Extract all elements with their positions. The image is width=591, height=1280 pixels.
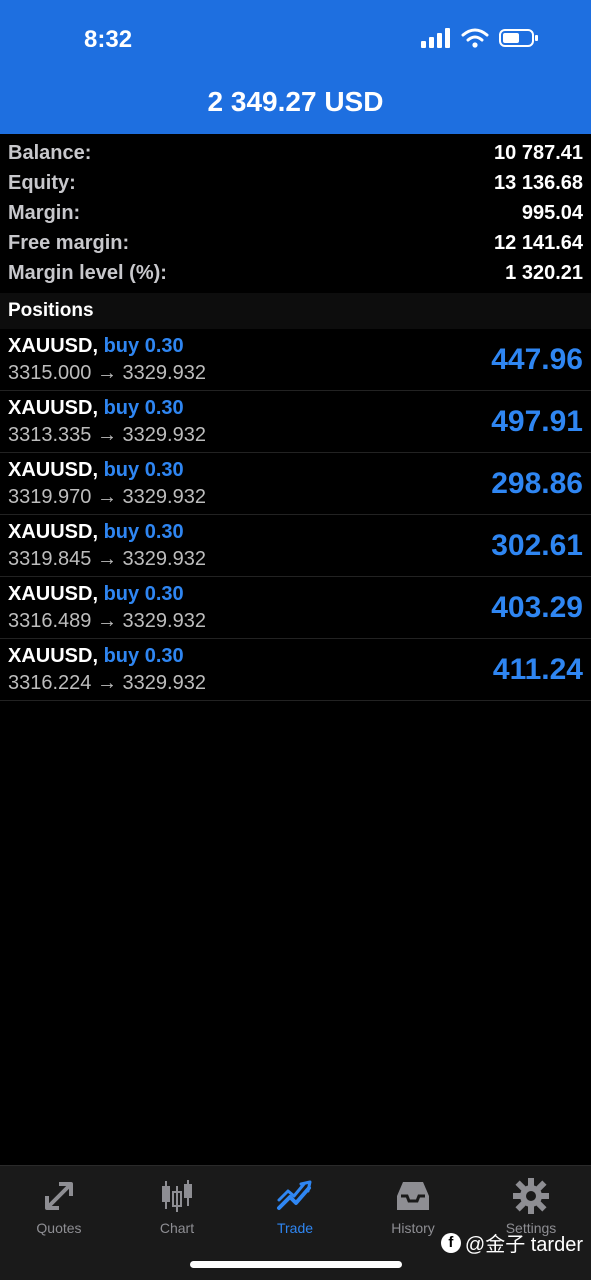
position-prices: 3316.489 → 3329.932	[8, 610, 206, 632]
positions-section-header: Positions	[0, 293, 591, 329]
position-symbol: XAUUSD,	[8, 521, 99, 543]
tab-label: Trade	[276, 1220, 314, 1236]
position-profit: 411.24	[492, 653, 583, 686]
position-title: XAUUSD, buy 0.30	[8, 583, 184, 606]
wifi-icon	[461, 28, 489, 48]
tab-label: Quotes	[36, 1220, 82, 1236]
position-row[interactable]: XAUUSD, buy 0.30 3316.489 → 3329.932 403…	[0, 577, 591, 639]
candlestick-chart-icon	[162, 1180, 192, 1212]
equity-value: 13 136.68	[494, 171, 583, 194]
app-header: 8:32 2 349.27 USD	[0, 0, 591, 134]
position-symbol: XAUUSD,	[8, 459, 99, 481]
status-time: 8:32	[84, 26, 133, 53]
margin-value: 995.04	[521, 201, 583, 224]
position-type: buy 0.30	[103, 521, 184, 543]
position-type: buy 0.30	[103, 645, 184, 667]
position-prices: 3316.224 → 3329.932	[8, 672, 206, 694]
tab-settings[interactable]: Settings	[472, 1176, 590, 1236]
signal-icon	[421, 28, 450, 48]
position-row[interactable]: XAUUSD, buy 0.30 3319.970 → 3329.932 298…	[0, 453, 591, 515]
position-type: buy 0.30	[103, 397, 184, 419]
position-prices: 3313.335 → 3329.932	[8, 424, 206, 446]
home-indicator	[190, 1261, 402, 1268]
free-margin-value: 12 141.64	[494, 231, 583, 254]
position-profit: 497.91	[491, 405, 583, 438]
position-symbol: XAUUSD,	[8, 645, 99, 667]
position-prices: 3319.845 → 3329.932	[8, 548, 206, 570]
balance-value: 10 787.41	[494, 141, 583, 164]
position-title: XAUUSD, buy 0.30	[8, 521, 184, 544]
equity-label: Equity:	[8, 171, 76, 194]
facebook-icon: f	[440, 1232, 461, 1253]
position-symbol: XAUUSD,	[8, 583, 99, 605]
position-prices: 3319.970 → 3329.932	[8, 486, 206, 508]
position-title: XAUUSD, buy 0.30	[8, 335, 184, 358]
tab-label: Chart	[159, 1220, 195, 1236]
summary-row-balance: Balance: 10 787.41	[0, 138, 591, 168]
position-type: buy 0.30	[103, 583, 184, 605]
inbox-tray-icon	[397, 1182, 429, 1210]
position-profit: 403.29	[491, 591, 583, 624]
position-prices: 3315.000 → 3329.932	[8, 362, 206, 384]
position-type: buy 0.30	[103, 335, 184, 357]
summary-row-margin: Margin: 995.04	[0, 198, 591, 228]
status-icons	[421, 28, 539, 48]
tab-chart[interactable]: Chart	[118, 1176, 236, 1236]
position-title: XAUUSD, buy 0.30	[8, 645, 184, 668]
margin-level-label: Margin level (%):	[8, 261, 167, 284]
position-profit: 447.96	[491, 343, 583, 376]
account-profit-title: 2 349.27 USD	[207, 86, 384, 117]
margin-level-value: 1 320.21	[505, 261, 583, 284]
summary-row-equity: Equity: 13 136.68	[0, 168, 591, 198]
quotes-arrows-icon	[45, 1182, 73, 1210]
position-title: XAUUSD, buy 0.30	[8, 459, 184, 482]
summary-row-free-margin: Free margin: 12 141.64	[0, 228, 591, 258]
battery-icon	[499, 29, 538, 47]
free-margin-label: Free margin:	[8, 231, 130, 254]
tab-quotes[interactable]: Quotes	[0, 1176, 118, 1236]
position-type: buy 0.30	[103, 459, 184, 481]
position-profit: 298.86	[491, 467, 583, 500]
tab-trade[interactable]: Trade	[236, 1176, 354, 1236]
position-title: XAUUSD, buy 0.30	[8, 397, 184, 420]
positions-list: XAUUSD, buy 0.30 3315.000 → 3329.932 447…	[0, 329, 591, 701]
account-summary: Balance: 10 787.41 Equity: 13 136.68 Mar…	[0, 138, 591, 288]
watermark-text: @金子 tarder	[464, 1234, 583, 1256]
position-row[interactable]: XAUUSD, buy 0.30 3316.224 → 3329.932 411…	[0, 639, 591, 701]
position-row[interactable]: XAUUSD, buy 0.30 3319.845 → 3329.932 302…	[0, 515, 591, 577]
tab-history[interactable]: History	[354, 1176, 472, 1236]
balance-label: Balance:	[8, 141, 92, 164]
position-symbol: XAUUSD,	[8, 335, 99, 357]
position-symbol: XAUUSD,	[8, 397, 99, 419]
summary-row-margin-level: Margin level (%): 1 320.21	[0, 258, 591, 288]
margin-label: Margin:	[8, 201, 81, 224]
watermark: f @金子 tarder	[440, 1228, 583, 1257]
trade-trend-icon	[277, 1180, 312, 1210]
gear-icon	[513, 1178, 549, 1214]
position-row[interactable]: XAUUSD, buy 0.30 3313.335 → 3329.932 497…	[0, 391, 591, 453]
position-row[interactable]: XAUUSD, buy 0.30 3315.000 → 3329.932 447…	[0, 329, 591, 391]
position-profit: 302.61	[491, 529, 583, 562]
